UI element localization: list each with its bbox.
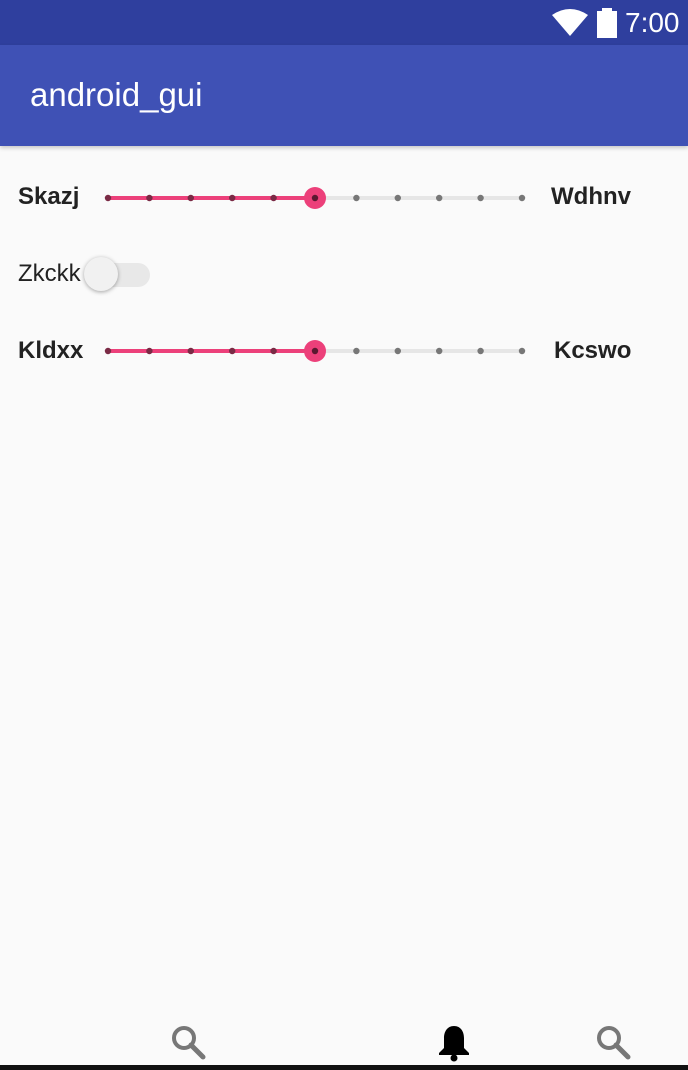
switch-label: Zkckk [18, 260, 81, 287]
search-icon[interactable] [170, 1024, 206, 1060]
slider-2-right-label: Kcswo [554, 337, 632, 364]
slider-tick [353, 347, 360, 355]
slider-thumb-dot [311, 347, 319, 355]
slider-tick [146, 347, 153, 355]
search-icon[interactable] [595, 1024, 631, 1060]
slider-skazj[interactable] [95, 178, 535, 218]
slider-tick [436, 347, 443, 355]
slider-1-right-label: Wdhnv [551, 183, 631, 210]
slider-tick [518, 194, 526, 202]
slider-tick [518, 347, 526, 355]
battery-icon [597, 8, 617, 38]
app-title: android_gui [30, 76, 203, 113]
slider-2-left-label: Kldxx [18, 337, 84, 364]
system-nav-line [0, 1065, 688, 1070]
wifi-icon [552, 9, 588, 36]
slider-tick [187, 194, 194, 202]
slider-tick [187, 347, 194, 355]
slider-tick [104, 347, 112, 355]
status-bar: 7:00 [0, 0, 688, 45]
zkckk-switch[interactable] [82, 256, 152, 296]
slider-tick [394, 347, 401, 355]
slider-tick [146, 194, 153, 202]
slider-tick [353, 194, 360, 202]
slider-tick [270, 347, 277, 355]
slider-tick [477, 194, 484, 202]
slider-tick [477, 347, 484, 355]
slider-1-left-label: Skazj [18, 183, 80, 210]
slider-tick [104, 194, 112, 202]
status-time: 7:00 [625, 7, 680, 38]
slider-tick [394, 194, 401, 202]
slider-thumb-dot [311, 194, 319, 202]
slider-tick [229, 194, 236, 202]
switch-thumb[interactable] [84, 257, 118, 291]
slider-tick [270, 194, 277, 202]
app-bar: android_gui [0, 45, 688, 146]
slider-kldxx[interactable] [95, 331, 535, 371]
slider-tick [436, 194, 443, 202]
slider-tick [229, 347, 236, 355]
bottom-navigation [0, 1010, 688, 1070]
bell-icon[interactable] [437, 1024, 471, 1062]
